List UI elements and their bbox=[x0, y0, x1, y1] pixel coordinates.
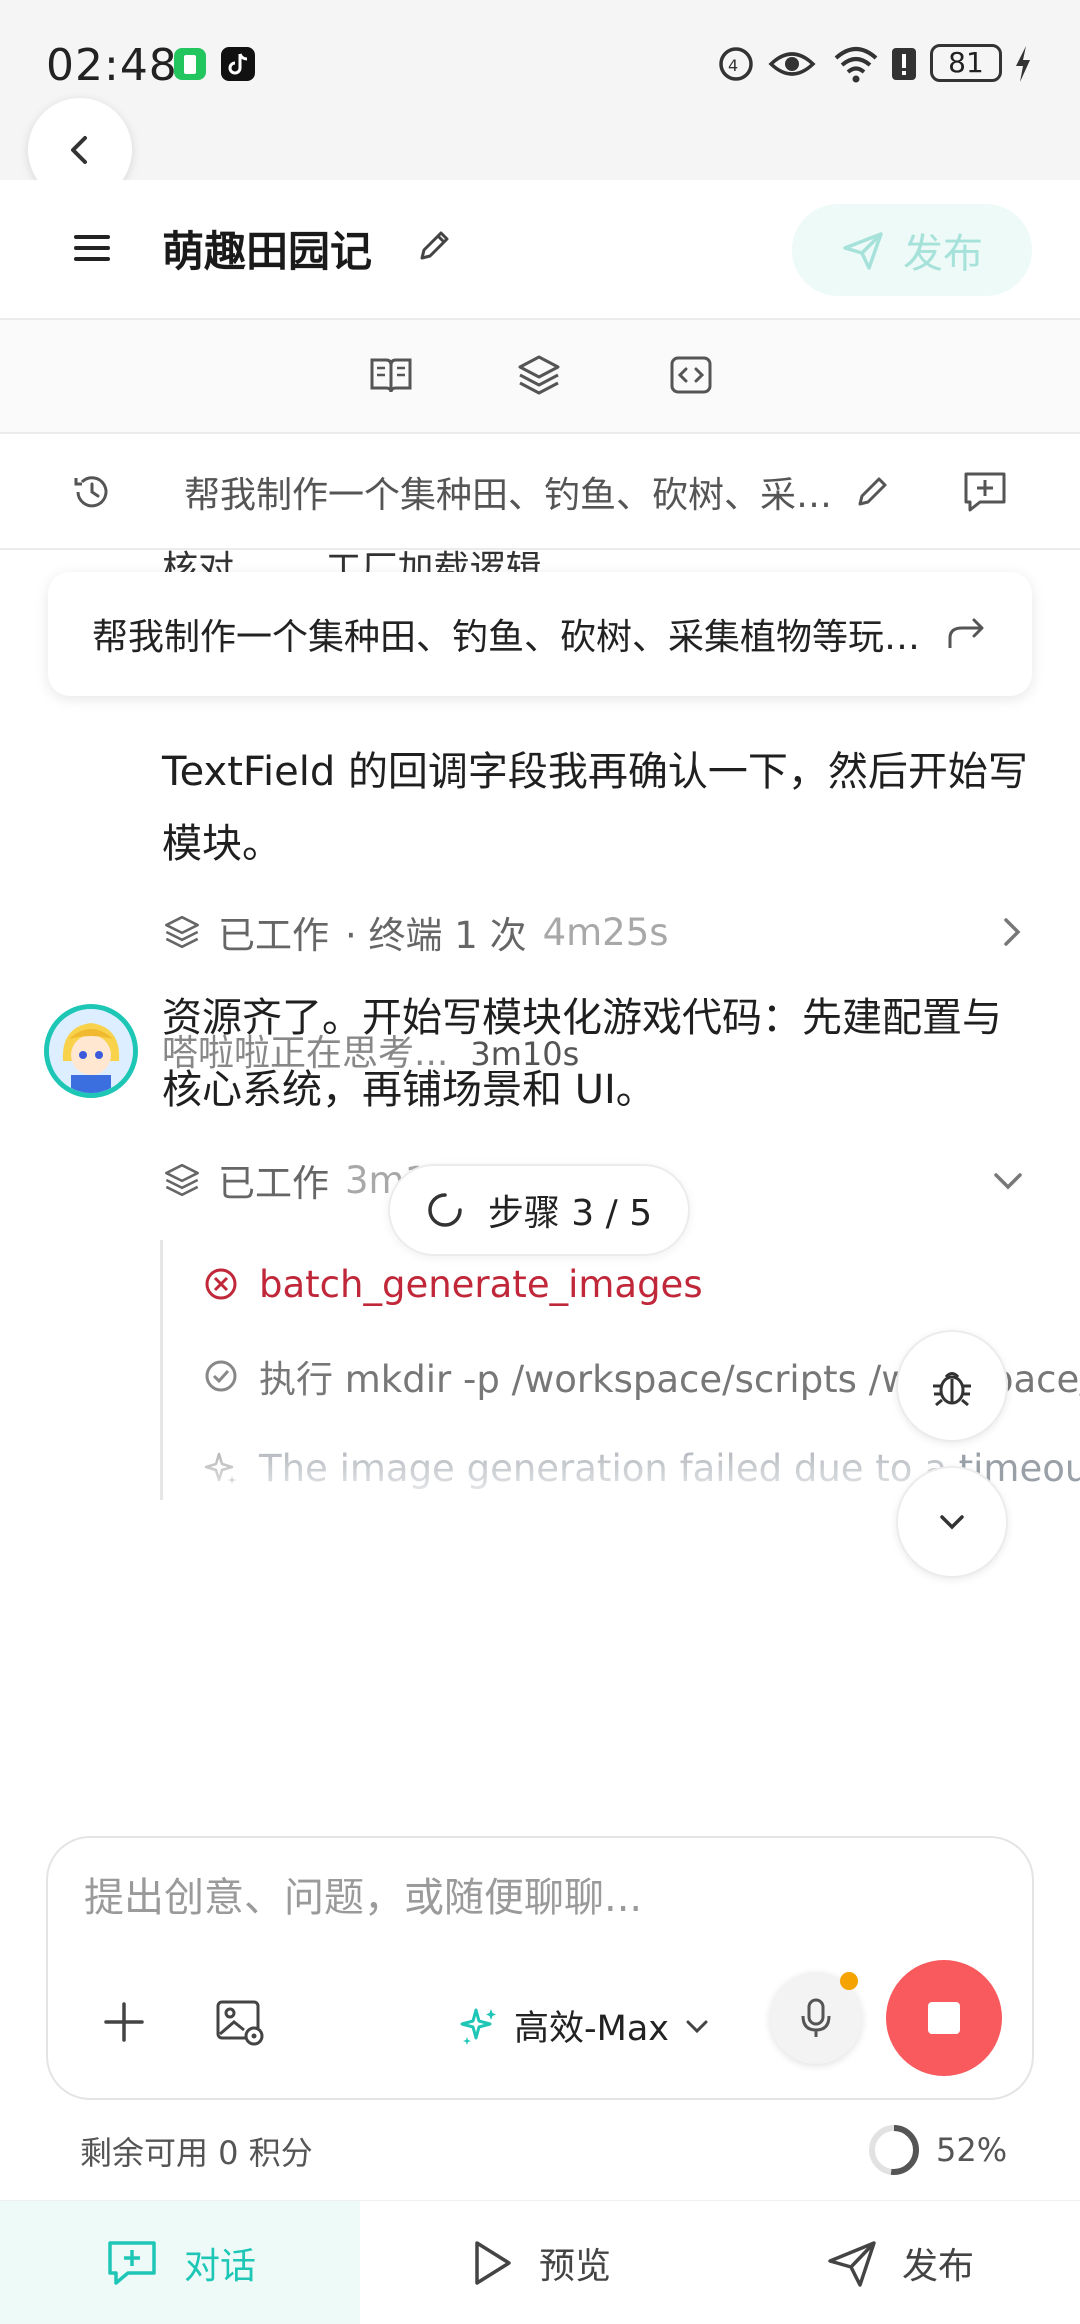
conversation-title[interactable]: 帮我制作一个集种田、钓鱼、砍树、采集植物等玩法的田园游戏 bbox=[184, 466, 834, 518]
publish-label: 发布 bbox=[903, 231, 983, 277]
bug-icon bbox=[933, 1372, 971, 1407]
scroll-down-button[interactable] bbox=[896, 1466, 1008, 1578]
add-icon[interactable] bbox=[102, 2000, 146, 2044]
work-time: 4m25s bbox=[542, 910, 669, 954]
chevron-down-icon[interactable] bbox=[990, 1166, 1026, 1196]
bottom-nav: 对话 预览 发布 bbox=[0, 2200, 1080, 2324]
work-label: 已工作 bbox=[218, 914, 329, 957]
nav-chat[interactable]: 对话 bbox=[0, 2201, 360, 2324]
play-icon bbox=[475, 2241, 511, 2285]
tiktok-icon bbox=[220, 46, 256, 82]
alert-icon bbox=[890, 44, 918, 84]
stop-icon bbox=[928, 2002, 960, 2034]
credits-remaining: 剩余可用 0 积分 bbox=[80, 2134, 313, 2172]
edit-title-icon[interactable] bbox=[414, 226, 454, 266]
step-indicator: 步骤 3 / 5 bbox=[388, 1164, 690, 1256]
layers-icon[interactable] bbox=[516, 352, 562, 398]
stop-button[interactable] bbox=[886, 1960, 1002, 2076]
layers-icon bbox=[165, 915, 199, 949]
work-label: 已工作 bbox=[218, 1162, 329, 1205]
layers-icon bbox=[165, 1163, 199, 1197]
message-input[interactable] bbox=[84, 1868, 984, 1928]
error-circle-icon bbox=[205, 1268, 237, 1300]
sparkle-icon bbox=[460, 2008, 496, 2045]
code-icon[interactable] bbox=[668, 352, 714, 398]
new-chat-icon[interactable] bbox=[960, 466, 1010, 516]
svg-text:4: 4 bbox=[728, 56, 738, 75]
model-selector[interactable]: 高效-Max bbox=[458, 2000, 711, 2051]
book-icon[interactable] bbox=[368, 352, 414, 398]
data-saver-icon: 4 bbox=[716, 44, 756, 84]
image-settings-icon[interactable] bbox=[214, 1996, 266, 2048]
avatar bbox=[44, 1004, 138, 1098]
send-icon bbox=[828, 2241, 876, 2287]
menu-icon[interactable] bbox=[72, 228, 112, 268]
message-composer: 高效-Max bbox=[46, 1836, 1034, 2100]
charging-icon bbox=[1012, 44, 1034, 84]
work-detail: · 终端 1 次 bbox=[345, 914, 527, 957]
usage-progress: 52% bbox=[866, 2122, 1007, 2178]
chevron-down-icon bbox=[940, 1515, 964, 1530]
chevron-right-icon[interactable] bbox=[996, 914, 1026, 950]
spinner-icon bbox=[428, 1193, 462, 1227]
prompt-card-text: 帮我制作一个集种田、钓鱼、砍树、采集植物等玩法的田园游戏 bbox=[92, 617, 952, 658]
chat-area: 核对 ...... 工厂加载逻辑 帮我制作一个集种田、钓鱼、砍树、采集植物等玩法… bbox=[0, 550, 1080, 1840]
battery-level: 81 bbox=[930, 44, 1002, 82]
thinking-time: 3m10s bbox=[470, 1035, 580, 1073]
log-item: batch_generate_images bbox=[203, 1254, 703, 1314]
status-time: 02:48 bbox=[46, 40, 178, 91]
eye-icon bbox=[768, 44, 816, 84]
thinking-status: 嗒啦啦正在思考... 3m10s bbox=[162, 1024, 579, 1076]
project-title: 萌趣田园记 bbox=[162, 227, 373, 276]
edit-conversation-icon[interactable] bbox=[852, 472, 892, 512]
model-label: 高效-Max bbox=[514, 2009, 669, 2049]
notification-dot bbox=[840, 1972, 858, 1990]
wifi-icon bbox=[832, 44, 880, 84]
forward-icon[interactable] bbox=[944, 610, 988, 654]
work-log: batch_generate_images 执行 mkdir -p /works… bbox=[160, 1240, 1080, 1506]
log-fade bbox=[163, 1426, 943, 1506]
chevron-left-icon bbox=[71, 136, 87, 164]
microphone-icon bbox=[801, 1998, 831, 2037]
thinking-label: 嗒啦啦正在思考... bbox=[162, 1033, 449, 1074]
step-label: 步骤 3 / 5 bbox=[487, 1193, 653, 1234]
progress-ring bbox=[869, 2125, 919, 2175]
progress-label: 52% bbox=[936, 2131, 1008, 2169]
nav-preview[interactable]: 预览 bbox=[360, 2201, 720, 2324]
nav-publish[interactable]: 发布 bbox=[720, 2201, 1080, 2324]
chat-icon bbox=[108, 2241, 156, 2285]
send-icon bbox=[843, 232, 883, 270]
chevron-down-icon bbox=[686, 2020, 708, 2033]
debug-button[interactable] bbox=[896, 1330, 1008, 1442]
battery-saver-icon bbox=[172, 46, 208, 82]
prompt-card[interactable]: 帮我制作一个集种田、钓鱼、砍树、采集植物等玩法的田园游戏 bbox=[48, 572, 1032, 696]
publish-button[interactable]: 发布 bbox=[792, 204, 1032, 296]
work-summary-row[interactable]: 已工作 · 终端 1 次 4m25s bbox=[162, 902, 669, 962]
history-icon[interactable] bbox=[70, 470, 114, 514]
check-circle-icon bbox=[205, 1360, 237, 1392]
assistant-message: TextField 的回调字段我再确认一下，然后开始写模块。 bbox=[162, 749, 1028, 867]
